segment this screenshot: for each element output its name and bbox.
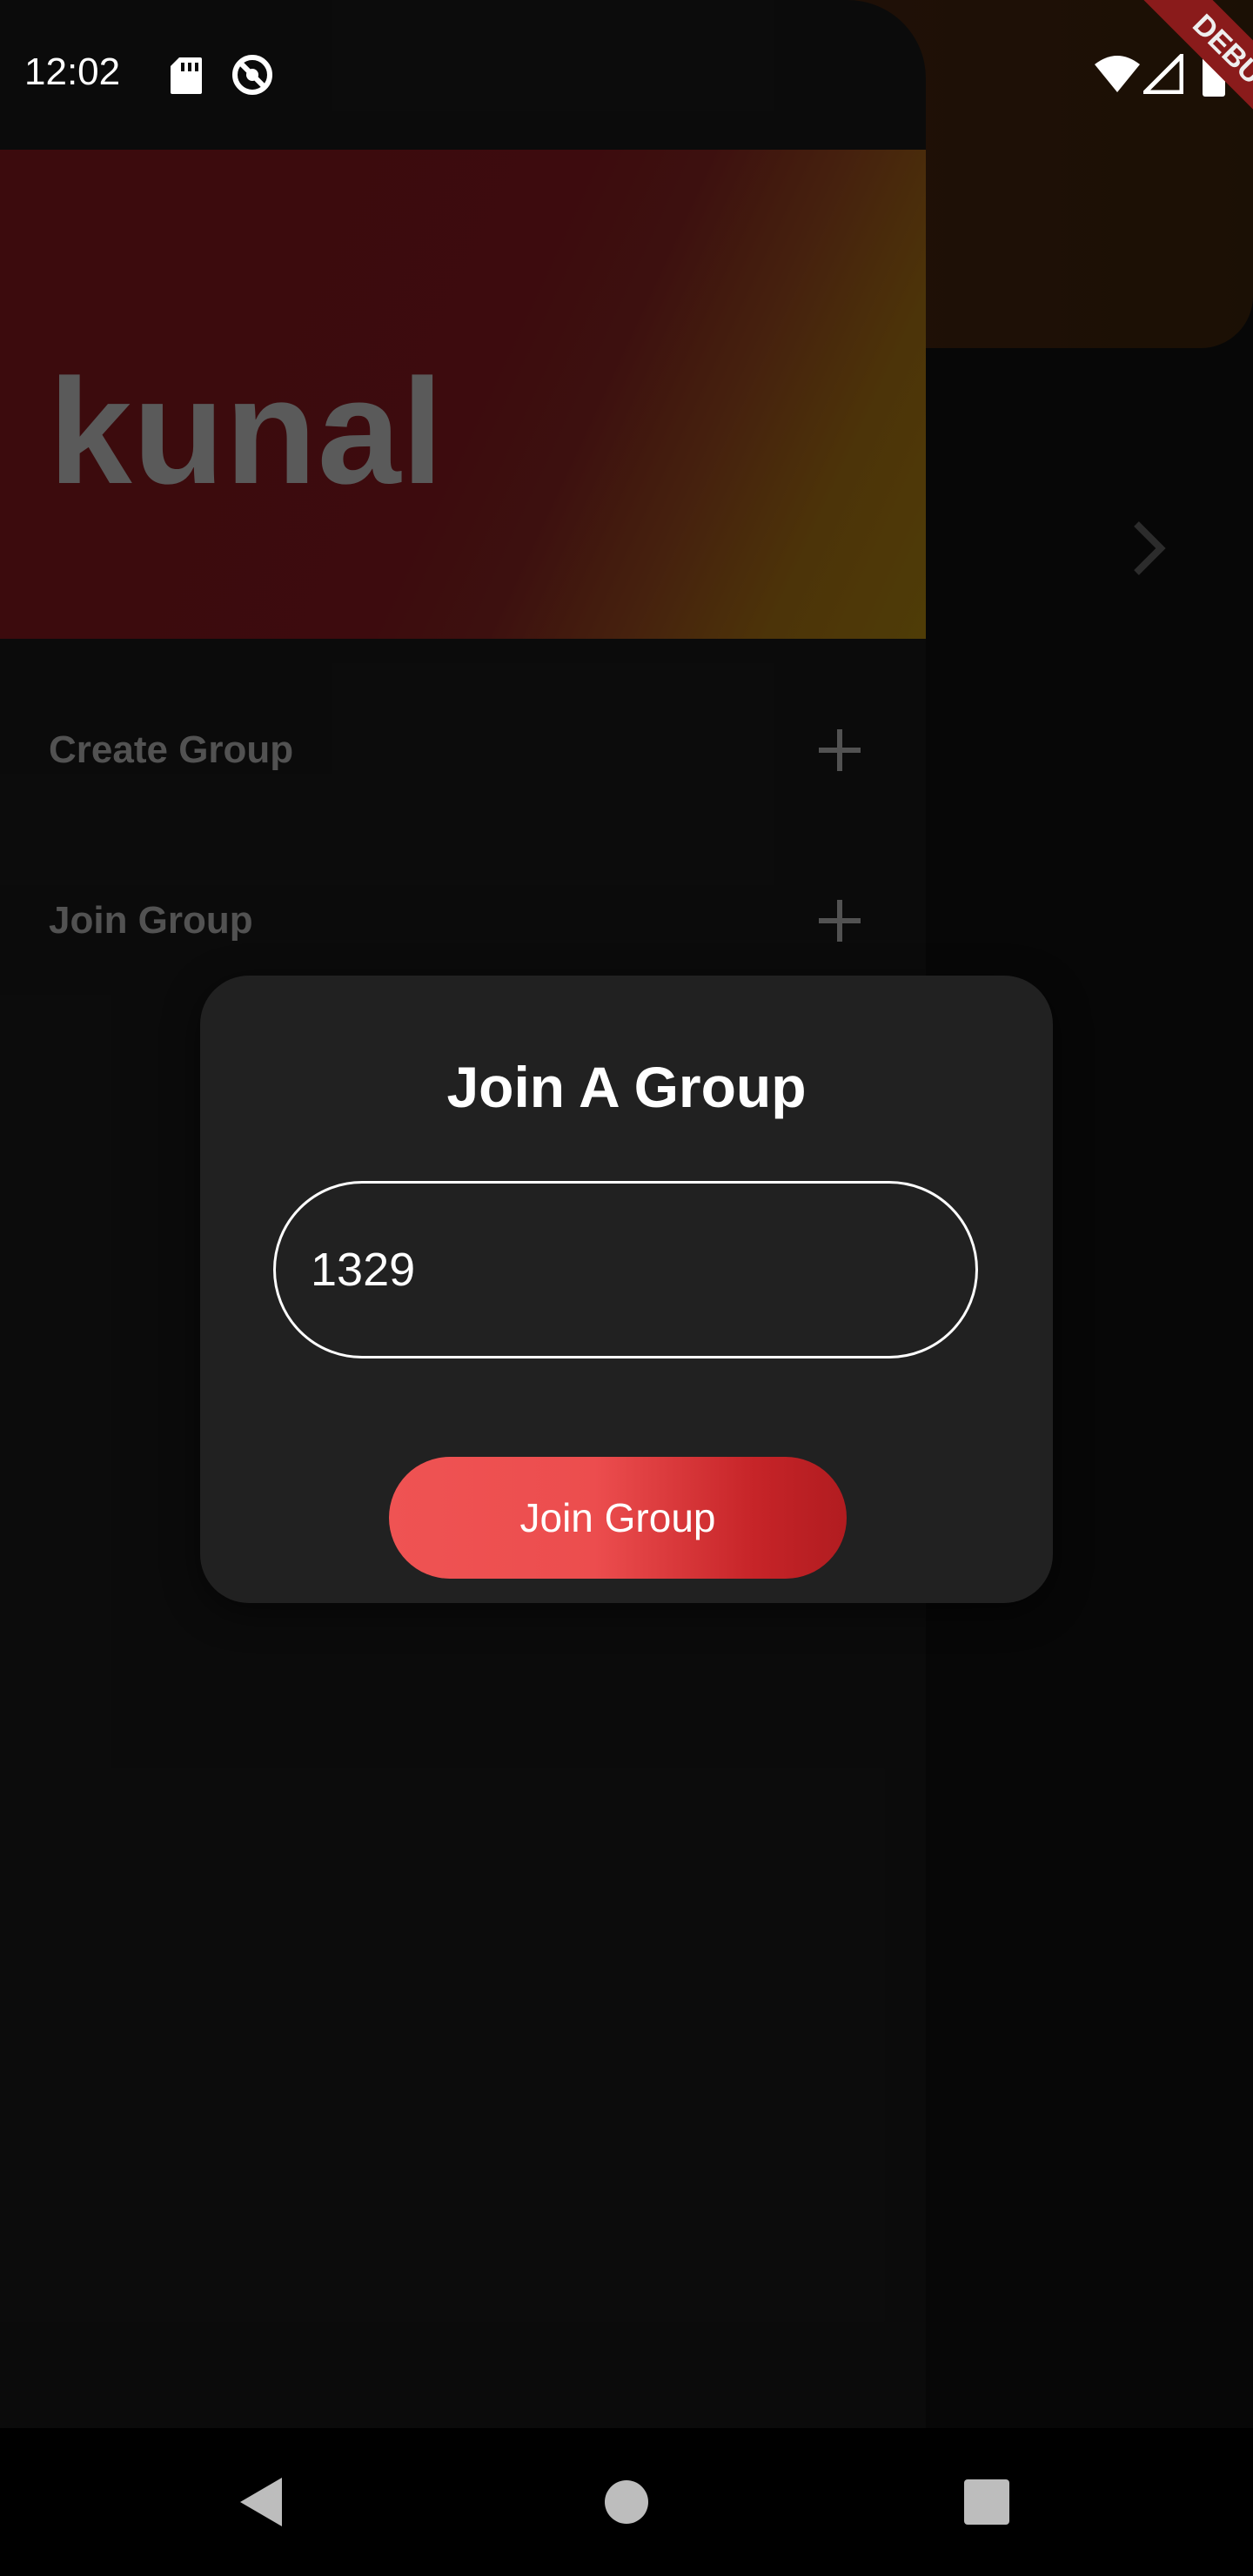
system-nav-bar <box>0 2428 1253 2576</box>
signal-icon <box>1143 54 1183 94</box>
sync-icon <box>232 55 272 95</box>
wifi-icon <box>1095 56 1140 92</box>
status-time: 12:02 <box>24 50 121 93</box>
back-icon[interactable] <box>237 2476 285 2528</box>
group-code-input[interactable] <box>273 1181 978 1358</box>
join-group-button[interactable]: Join Group <box>389 1457 847 1579</box>
status-bar: 12:02 DEBUG <box>0 0 1253 167</box>
home-icon[interactable] <box>604 2479 649 2525</box>
recents-icon[interactable] <box>964 2479 1009 2525</box>
dialog-title: Join A Group <box>446 1055 807 1119</box>
sd-card-icon <box>171 57 202 94</box>
join-group-dialog: Join A Group Join Group <box>200 976 1053 1603</box>
